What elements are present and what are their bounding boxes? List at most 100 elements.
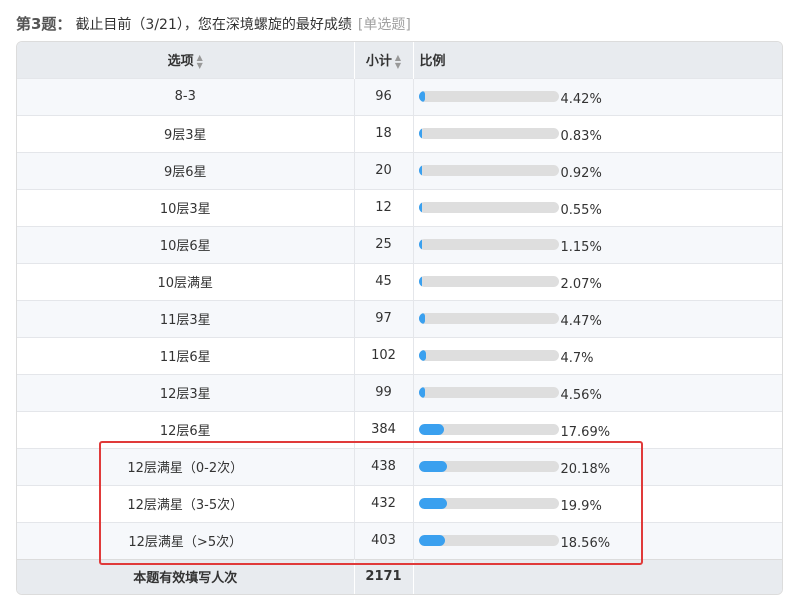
option-cell: 12层满星（3-5次） — [17, 484, 355, 522]
table-row: 10层3星 12 0.55% — [17, 188, 782, 226]
table-row: 12层满星（0-2次） 438 20.18% — [17, 447, 782, 485]
percent-text: 2.07% — [560, 277, 602, 292]
count-cell: 97 — [354, 299, 414, 337]
percent-bar-fill — [418, 498, 447, 509]
header-percent-label: 比例 — [419, 54, 446, 70]
percent-text: 1.15% — [560, 240, 602, 255]
percent-cell: 0.83% — [413, 114, 782, 152]
percent-text: 4.56% — [560, 388, 602, 403]
percent-bar-track — [418, 128, 559, 139]
percent-text: 4.42% — [560, 92, 602, 107]
table-header-row: 选项 ▲ ▼ 小计 ▲ ▼ 比例 — [17, 42, 782, 78]
table-row: 11层3星 97 4.47% — [17, 299, 782, 337]
count-cell: 45 — [354, 262, 414, 300]
percent-cell: 18.56% — [413, 521, 782, 559]
percent-text: 20.18% — [560, 462, 611, 477]
percent-bar-track — [418, 535, 559, 546]
percent-cell: 4.42% — [413, 77, 782, 115]
table-row: 12层满星（3-5次） 432 19.9% — [17, 484, 782, 522]
table-body: 8-3 96 4.42% 9层3星 18 0.83% 9层6星 20 0.92% 10层3星 12 0… — [17, 77, 782, 559]
percent-bar-track — [418, 350, 559, 361]
header-percent: 比例 — [413, 42, 782, 78]
results-table-container: 选项 ▲ ▼ 小计 ▲ ▼ 比例 8-3 96 4.42% 9层3星 18 0.83% 9层6星 20… — [16, 41, 783, 595]
percent-bar-fill — [418, 313, 425, 324]
percent-bar-track — [418, 498, 559, 509]
survey-result-page: 第3题： 截止目前（3/21），您在深境螺旋的最好成绩 [单选题] 选项 ▲ ▼ 小计 ▲… — [0, 0, 799, 602]
percent-cell: 20.18% — [413, 447, 782, 485]
percent-cell: 4.7% — [413, 336, 782, 374]
count-cell: 102 — [354, 336, 414, 374]
option-cell: 12层6星 — [17, 410, 355, 448]
percent-bar-fill — [418, 535, 445, 546]
option-cell: 11层6星 — [17, 336, 355, 374]
table-row: 12层3星 99 4.56% — [17, 373, 782, 411]
table-row: 11层6星 102 4.7% — [17, 336, 782, 374]
percent-cell: 4.47% — [413, 299, 782, 337]
percent-bar-fill — [418, 91, 425, 102]
option-cell: 8-3 — [17, 77, 355, 115]
percent-bar-fill — [418, 424, 444, 435]
count-cell: 25 — [354, 225, 414, 263]
percent-bar-fill — [418, 350, 426, 361]
percent-cell: 4.56% — [413, 373, 782, 411]
table-row: 12层6星 384 17.69% — [17, 410, 782, 448]
header-count-label: 小计 — [365, 54, 392, 69]
percent-cell: 17.69% — [413, 410, 782, 448]
sort-icon[interactable]: ▲ ▼ — [395, 53, 401, 70]
option-cell: 12层满星（0-2次） — [17, 447, 355, 485]
percent-bar-track — [418, 387, 559, 398]
option-cell: 10层3星 — [17, 188, 355, 226]
header-option-label: 选项 — [167, 54, 194, 69]
percent-bar-fill — [418, 387, 425, 398]
question-type-label: [单选题] — [357, 17, 411, 33]
table-row: 10层满星 45 2.07% — [17, 262, 782, 300]
percent-text: 0.55% — [560, 203, 602, 218]
percent-bar-fill — [418, 202, 422, 213]
percent-cell: 0.92% — [413, 151, 782, 189]
percent-cell: 1.15% — [413, 225, 782, 263]
percent-bar-fill — [418, 239, 422, 250]
percent-bar-fill — [418, 276, 422, 287]
percent-bar-fill — [418, 461, 447, 472]
table-row: 8-3 96 4.42% — [17, 77, 782, 115]
percent-cell: 19.9% — [413, 484, 782, 522]
header-count[interactable]: 小计 ▲ ▼ — [354, 42, 414, 78]
percent-text: 19.9% — [560, 499, 602, 514]
option-cell: 10层6星 — [17, 225, 355, 263]
option-cell: 9层6星 — [17, 151, 355, 189]
option-cell: 12层3星 — [17, 373, 355, 411]
percent-cell: 2.07% — [413, 262, 782, 300]
percent-bar-track — [418, 313, 559, 324]
percent-bar-track — [418, 202, 559, 213]
count-cell: 403 — [354, 521, 414, 559]
table-row: 10层6星 25 1.15% — [17, 225, 782, 263]
count-cell: 12 — [354, 188, 414, 226]
percent-text: 18.56% — [560, 536, 611, 551]
question-text: 截止目前（3/21），您在深境螺旋的最好成绩 — [75, 17, 352, 33]
percent-text: 17.69% — [560, 425, 611, 440]
count-cell: 438 — [354, 447, 414, 485]
question-number: 第3题： — [16, 15, 72, 33]
option-cell: 9层3星 — [17, 114, 355, 152]
count-cell: 99 — [354, 373, 414, 411]
sort-icon[interactable]: ▲ ▼ — [197, 53, 203, 70]
footer-empty-cell — [413, 558, 782, 594]
table-footer-row: 本题有效填写人次 2171 — [17, 558, 782, 594]
table-row: 12层满星（>5次） 403 18.56% — [17, 521, 782, 559]
percent-text: 4.47% — [560, 314, 602, 329]
percent-bar-track — [418, 276, 559, 287]
percent-text: 0.83% — [560, 129, 602, 144]
option-cell: 10层满星 — [17, 262, 355, 300]
footer-label: 本题有效填写人次 — [17, 558, 355, 594]
percent-bar-fill — [418, 128, 422, 139]
percent-text: 0.92% — [560, 166, 602, 181]
percent-bar-track — [418, 165, 559, 176]
footer-total: 2171 — [354, 558, 414, 594]
count-cell: 20 — [354, 151, 414, 189]
count-cell: 96 — [354, 77, 414, 115]
question-header: 第3题： 截止目前（3/21），您在深境螺旋的最好成绩 [单选题] — [16, 13, 411, 35]
header-option[interactable]: 选项 ▲ ▼ — [17, 42, 355, 78]
percent-text: 4.7% — [560, 351, 594, 366]
option-cell: 12层满星（>5次） — [17, 521, 355, 559]
count-cell: 384 — [354, 410, 414, 448]
